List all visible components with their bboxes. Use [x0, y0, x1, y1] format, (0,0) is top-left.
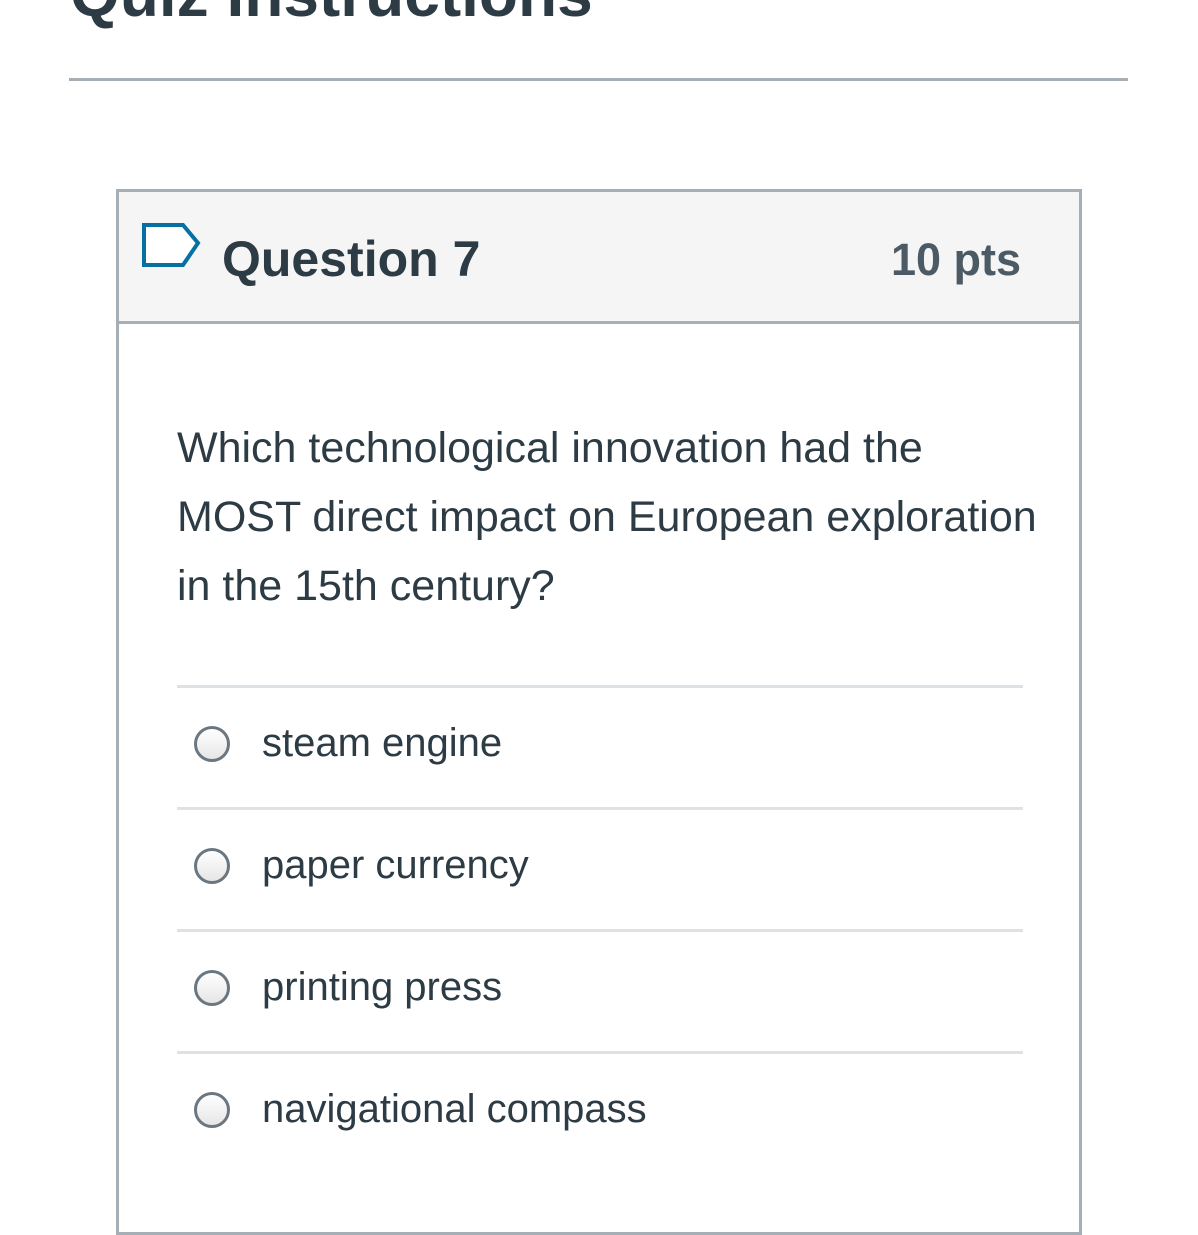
answer-label[interactable]: paper currency [262, 840, 529, 890]
title-divider [69, 78, 1128, 81]
question-header: Question 7 10 pts [119, 192, 1079, 324]
flag-outline-icon[interactable] [141, 222, 203, 272]
question-text: Which technological innovation had the M… [177, 424, 1037, 610]
answer-list: steam engine paper currency printing pre… [177, 685, 1023, 1173]
answer-label[interactable]: steam engine [262, 718, 502, 768]
question-card: Question 7 10 pts Which technological in… [116, 189, 1082, 1235]
page-title: Quiz Instructions [70, 0, 593, 26]
answer-label[interactable]: printing press [262, 962, 502, 1012]
answer-option[interactable]: paper currency [177, 807, 1023, 929]
answer-option[interactable]: printing press [177, 929, 1023, 1051]
answer-label[interactable]: navigational compass [262, 1084, 647, 1134]
radio-button[interactable] [194, 726, 230, 762]
radio-button[interactable] [194, 970, 230, 1006]
radio-button[interactable] [194, 848, 230, 884]
radio-button[interactable] [194, 1092, 230, 1128]
question-name: Question 7 [222, 231, 481, 287]
question-points: 10 pts [890, 234, 1021, 285]
answer-option[interactable]: navigational compass [177, 1051, 1023, 1173]
answer-option[interactable]: steam engine [177, 685, 1023, 807]
